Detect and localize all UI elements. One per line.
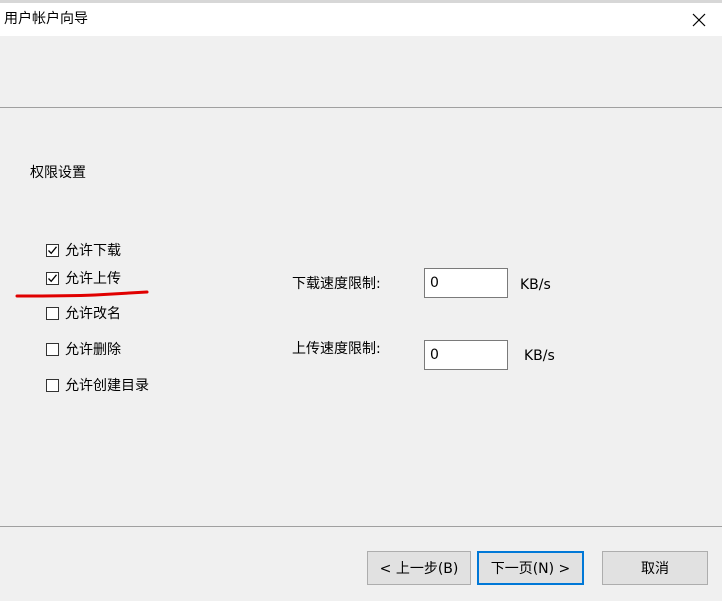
checkmark-icon: [48, 245, 58, 254]
window-title: 用户帐户向导: [4, 11, 88, 27]
cancel-button[interactable]: 取消: [602, 551, 708, 585]
checkbox-label: 允许删除: [65, 342, 121, 358]
download-limit-label: 下载速度限制:: [292, 276, 381, 292]
checkbox-allow-upload[interactable]: 允许上传: [46, 269, 121, 287]
title-bar: 用户帐户向导: [0, 3, 722, 36]
checkbox-box[interactable]: [46, 378, 59, 392]
checkbox-allow-delete[interactable]: 允许删除: [46, 340, 121, 358]
checkbox-allow-download[interactable]: 允许下载: [46, 241, 121, 259]
checkbox-box[interactable]: [46, 243, 59, 257]
upload-limit-input[interactable]: [424, 340, 508, 370]
wizard-window: 用户帐户向导 权限设置 允许下载 允许上传 允许改名 允许删除 允许创建目录 下…: [0, 0, 722, 601]
checkmark-icon: [48, 273, 58, 282]
section-title: 权限设置: [30, 165, 86, 181]
checkbox-label: 允许下载: [65, 243, 121, 259]
wizard-header-band: [0, 36, 722, 107]
checkbox-box[interactable]: [46, 342, 59, 356]
download-limit-input[interactable]: [424, 268, 508, 298]
checkbox-box[interactable]: [46, 271, 59, 285]
close-icon: [692, 13, 706, 26]
checkbox-allow-rename[interactable]: 允许改名: [46, 304, 121, 322]
checkbox-box[interactable]: [46, 306, 59, 320]
upload-limit-label: 上传速度限制:: [292, 341, 381, 357]
next-button[interactable]: 下一页(N) >: [477, 551, 584, 585]
checkbox-allow-create-dir[interactable]: 允许创建目录: [46, 376, 149, 394]
checkbox-label: 允许创建目录: [65, 378, 149, 394]
download-limit-unit: KB/s: [520, 277, 551, 293]
checkbox-label: 允许改名: [65, 306, 121, 322]
close-button[interactable]: [676, 3, 722, 36]
checkbox-label: 允许上传: [65, 271, 121, 287]
header-divider: [0, 107, 722, 108]
footer-divider: [0, 526, 722, 527]
back-button[interactable]: < 上一步(B): [367, 551, 471, 585]
upload-limit-unit: KB/s: [524, 348, 555, 364]
